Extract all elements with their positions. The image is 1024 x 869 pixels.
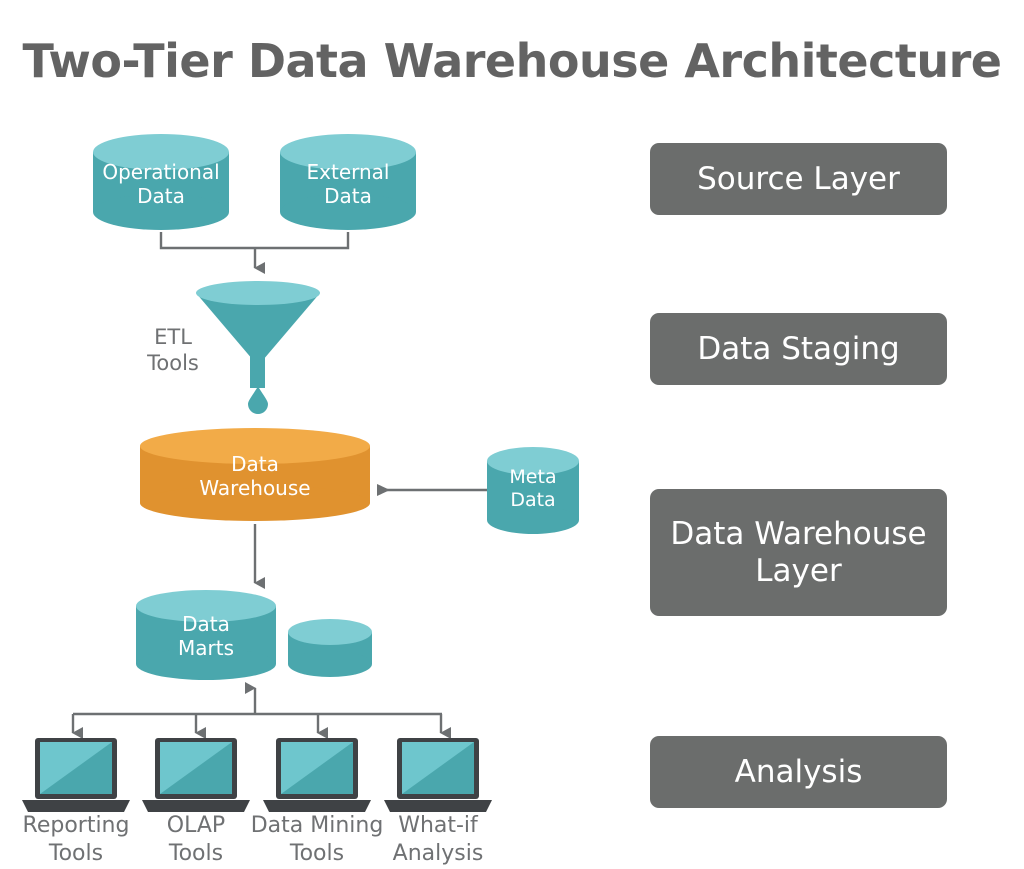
layer-box-source-layer-line1: Source Layer	[697, 160, 900, 197]
data-warehouse-cylinder	[140, 428, 370, 521]
source-to-etl-connector	[159, 232, 350, 274]
laptop-icon-reporting-tools	[22, 738, 130, 812]
laptop-icon-what-if-analysis	[384, 738, 492, 812]
marts-to-tools-connector	[71, 682, 451, 739]
data-marts-cylinder	[136, 590, 276, 680]
layer-box-data-staging-line1: Data Staging	[697, 330, 900, 367]
laptop-icon-olap-tools	[142, 738, 250, 812]
etl-tools-label: ETL Tools	[147, 325, 199, 376]
meta-data-cylinder	[487, 447, 579, 534]
layer-box-data-warehouse-layer[interactable]: Data Warehouse Layer	[650, 489, 947, 616]
laptop-icon-data-mining-tools	[263, 738, 371, 812]
secondary-mart-cylinder	[288, 619, 372, 677]
layer-box-analysis-line1: Analysis	[734, 753, 863, 790]
layer-box-source-layer[interactable]: Source Layer	[650, 143, 947, 215]
external-data-cylinder	[280, 134, 416, 230]
what-if-analysis-label: What-if Analysis	[392, 813, 484, 867]
layer-box-data-warehouse-layer-line1: Data Warehouse	[670, 515, 927, 552]
operational-data-cylinder	[93, 134, 229, 230]
layer-box-data-warehouse-layer-line2: Layer	[755, 552, 842, 589]
layer-box-data-staging[interactable]: Data Staging	[650, 313, 947, 385]
layer-box-analysis[interactable]: Analysis	[650, 736, 947, 808]
